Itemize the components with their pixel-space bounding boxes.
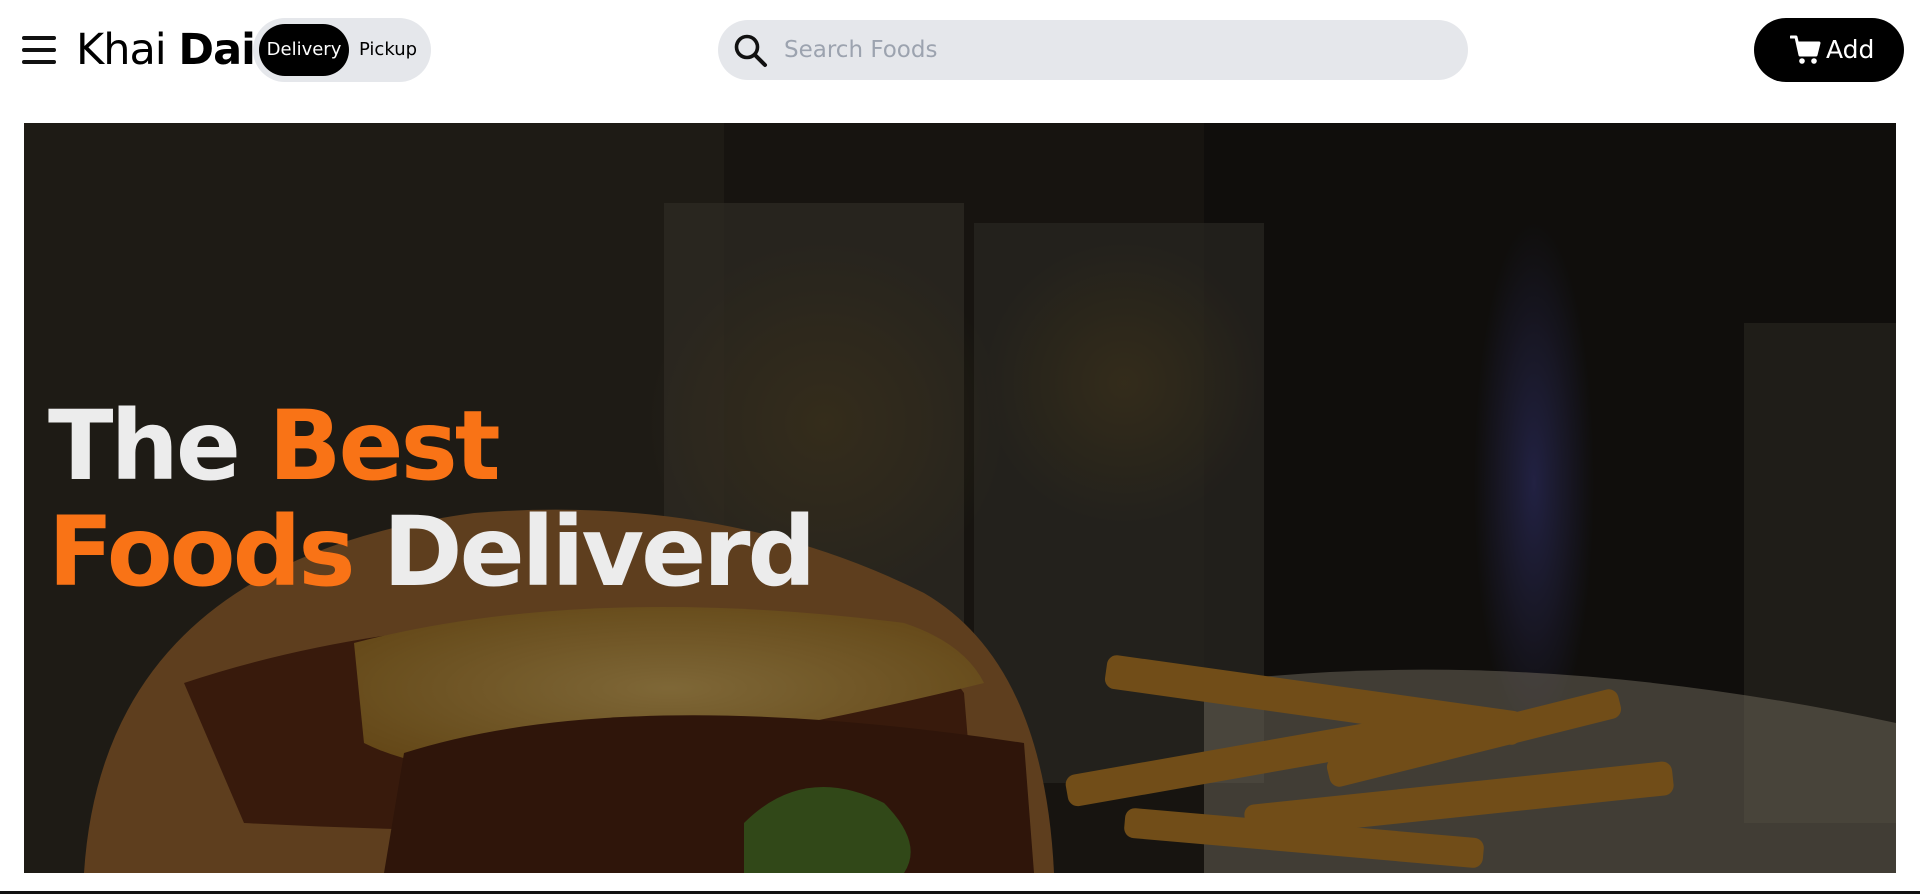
add-button-label: Add — [1826, 35, 1875, 64]
menu-bar-line — [22, 36, 56, 40]
search-bar — [718, 20, 1468, 80]
search-icon[interactable] — [732, 32, 770, 70]
hamburger-menu-icon[interactable] — [18, 32, 62, 70]
hero-word-best: Best — [268, 390, 500, 502]
search-input[interactable] — [782, 28, 1442, 72]
menu-bar-line — [22, 48, 56, 52]
delivery-pickup-toggle: Delivery Pickup — [253, 18, 431, 82]
brand-name-bold: Dai — [178, 25, 255, 75]
hero-word-foods: Foods — [48, 496, 355, 608]
hero-banner: The Best Foods Deliverd — [24, 123, 1896, 873]
pickup-option-button[interactable]: Pickup — [349, 24, 427, 76]
hero-headline: The Best Foods Deliverd — [48, 390, 816, 608]
top-navbar: Khai Dai Delivery Pickup Add — [0, 0, 1920, 102]
hero-word-deliverd: Deliverd — [382, 496, 816, 608]
brand-name-light: Khai — [76, 25, 167, 75]
delivery-option-button[interactable]: Delivery — [259, 24, 349, 76]
brand-logo[interactable]: Khai Dai — [76, 24, 256, 76]
add-cart-button[interactable]: Add — [1754, 18, 1904, 82]
cart-icon — [1790, 35, 1821, 64]
menu-bar-line — [22, 60, 56, 64]
hero-word-the: The — [48, 390, 241, 502]
